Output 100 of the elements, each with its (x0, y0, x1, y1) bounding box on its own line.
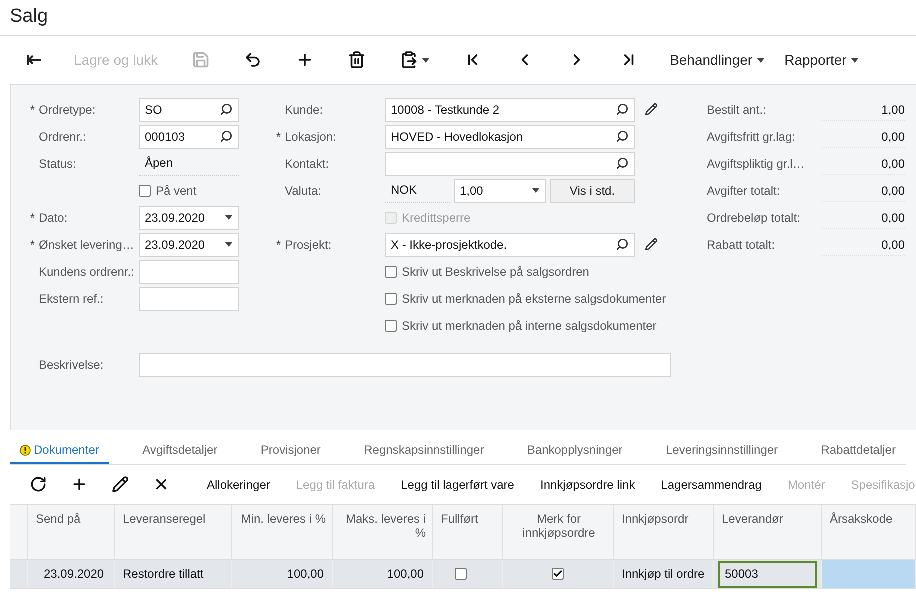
cell-editor[interactable]: 50003 (718, 560, 817, 588)
tab[interactable]: Rabattdetaljer (811, 438, 906, 464)
search-icon (616, 157, 629, 170)
column-header[interactable]: Maks. leveres i % (333, 505, 433, 560)
tab[interactable]: Regnskapsinnstillinger (354, 438, 494, 464)
checkbox[interactable] (552, 568, 564, 580)
column-header[interactable]: Merk for innkjøpsordre (503, 505, 614, 560)
checkbox-label[interactable]: Skriv ut merknaden på interne salgsdokumenter (385, 318, 657, 332)
clipboard-icon (400, 51, 418, 69)
currency-value: NOK (385, 178, 450, 202)
trash-icon (348, 51, 366, 69)
focused-cell[interactable] (822, 560, 916, 589)
warning-icon (20, 444, 31, 456)
date-field[interactable]: 23.09.2020 (139, 206, 239, 230)
field-label: Lokasjon: (285, 130, 338, 144)
refresh-icon (30, 476, 47, 493)
back-arrow-icon (26, 54, 42, 66)
add-icon (71, 476, 88, 493)
required-mark: * (30, 210, 35, 224)
lookup-field[interactable]: 000103 (139, 124, 239, 148)
total-label: Avgiftspliktig gr.l… (707, 156, 806, 170)
required-mark: * (276, 130, 281, 144)
table-cell: 23.09.2020 (28, 560, 115, 589)
field-label: Beskrivelse: (39, 358, 105, 372)
column-header[interactable]: Leveranseregel (115, 505, 232, 560)
tab[interactable]: Dokumenter (10, 438, 110, 464)
total-value: 0,00 (822, 126, 905, 148)
window-title: Salg (0, 0, 916, 36)
checkbox[interactable] (385, 292, 397, 304)
lookup-field[interactable]: X - Ikke-prosjektkode. (385, 232, 635, 256)
tab[interactable]: Avgiftsdetaljer (132, 438, 228, 464)
tab[interactable]: Bankopplysninger (517, 438, 633, 464)
total-label: Bestilt ant.: (707, 102, 768, 116)
checkbox[interactable] (139, 184, 151, 196)
field-label: Kontakt: (285, 156, 330, 170)
checkbox[interactable] (385, 266, 397, 278)
field-label: Ekstern ref.: (39, 292, 105, 306)
column-header[interactable]: Innkjøpsordr (614, 505, 714, 560)
description-field[interactable] (139, 353, 671, 377)
search-icon (220, 130, 233, 143)
checkbox[interactable] (455, 568, 467, 580)
input-field[interactable] (139, 260, 239, 284)
toolbar-button[interactable]: Legg til lagerført vare (388, 470, 528, 500)
lookup-field[interactable]: 10008 - Testkunde 2 (385, 98, 635, 122)
checkbox-label[interactable]: Skriv ut merknaden på eksterne salgsdokumenter (385, 292, 666, 306)
field-label: Prosjekt: (285, 238, 333, 252)
table-cell: 100,00 (333, 560, 433, 589)
date-field[interactable]: 23.09.2020 (139, 232, 239, 256)
table-cell: Innkjøp til ordre (614, 560, 714, 589)
checkbox[interactable] (385, 320, 397, 332)
column-header[interactable]: Leverandør (714, 505, 822, 560)
field-label: Ønsket levering… (39, 238, 136, 252)
search-icon (220, 103, 233, 116)
checkbox-label[interactable]: På vent (139, 184, 197, 198)
tab[interactable]: Leveringsinnstillinger (656, 438, 788, 464)
toolbar-button[interactable]: Allokeringer (194, 470, 284, 500)
search-icon (616, 103, 629, 116)
undo-icon (244, 51, 262, 69)
required-mark: * (276, 238, 281, 252)
column-header[interactable]: Årsakskode (822, 505, 916, 560)
toolbar-button[interactable]: Innkjøpsordre link (527, 470, 648, 500)
lookup-field[interactable]: HOVED - Hovedlokasjon (385, 124, 635, 148)
caret-icon (756, 58, 765, 62)
table-cell: 100,00 (232, 560, 333, 589)
rate-field[interactable]: 1,00 (454, 178, 546, 202)
required-mark: * (30, 238, 35, 252)
pencil-icon (112, 476, 129, 493)
column-header[interactable]: Send på (28, 505, 115, 560)
total-label: Avgifter totalt: (707, 184, 782, 198)
menu-button[interactable]: Rapporter (774, 44, 869, 76)
field-label: Kunde: (285, 102, 324, 116)
save-icon (192, 51, 210, 69)
menu-button[interactable]: Behandlinger (660, 44, 775, 76)
lookup-field[interactable]: SO (139, 98, 239, 122)
toolbar-button[interactable]: Lagersammendrag (648, 470, 775, 500)
column-header[interactable]: Min. leveres i % (232, 505, 333, 560)
caret-icon (850, 58, 859, 62)
search-icon (616, 238, 629, 251)
status-value: Åpen (139, 152, 239, 176)
lookup-field[interactable] (385, 152, 635, 176)
total-value: 0,00 (822, 234, 905, 256)
pencil-icon[interactable] (645, 238, 658, 251)
total-label: Rabatt totalt: (707, 238, 776, 252)
total-label: Avgiftsfritt gr.lag: (707, 130, 796, 144)
input-field[interactable] (139, 286, 239, 310)
view-button[interactable]: Vis i std. (550, 178, 635, 202)
tab[interactable]: Provisjoner (250, 438, 331, 464)
total-label: Ordrebeløp totalt: (707, 210, 802, 224)
total-value: 0,00 (822, 206, 905, 228)
search-icon (616, 130, 629, 143)
field-label: Dato: (39, 210, 69, 224)
checkbox-label[interactable]: Skriv ut Beskrivelse på salgsordren (385, 264, 590, 278)
total-value: 0,00 (822, 152, 905, 174)
caret-icon (225, 215, 233, 220)
total-value: 1,00 (822, 98, 905, 120)
caret-icon (532, 188, 540, 193)
total-value: 0,00 (822, 180, 905, 202)
column-header[interactable]: Fullført (433, 505, 503, 560)
pencil-icon[interactable] (645, 103, 658, 116)
field-label: Ordrenr.: (39, 130, 88, 144)
